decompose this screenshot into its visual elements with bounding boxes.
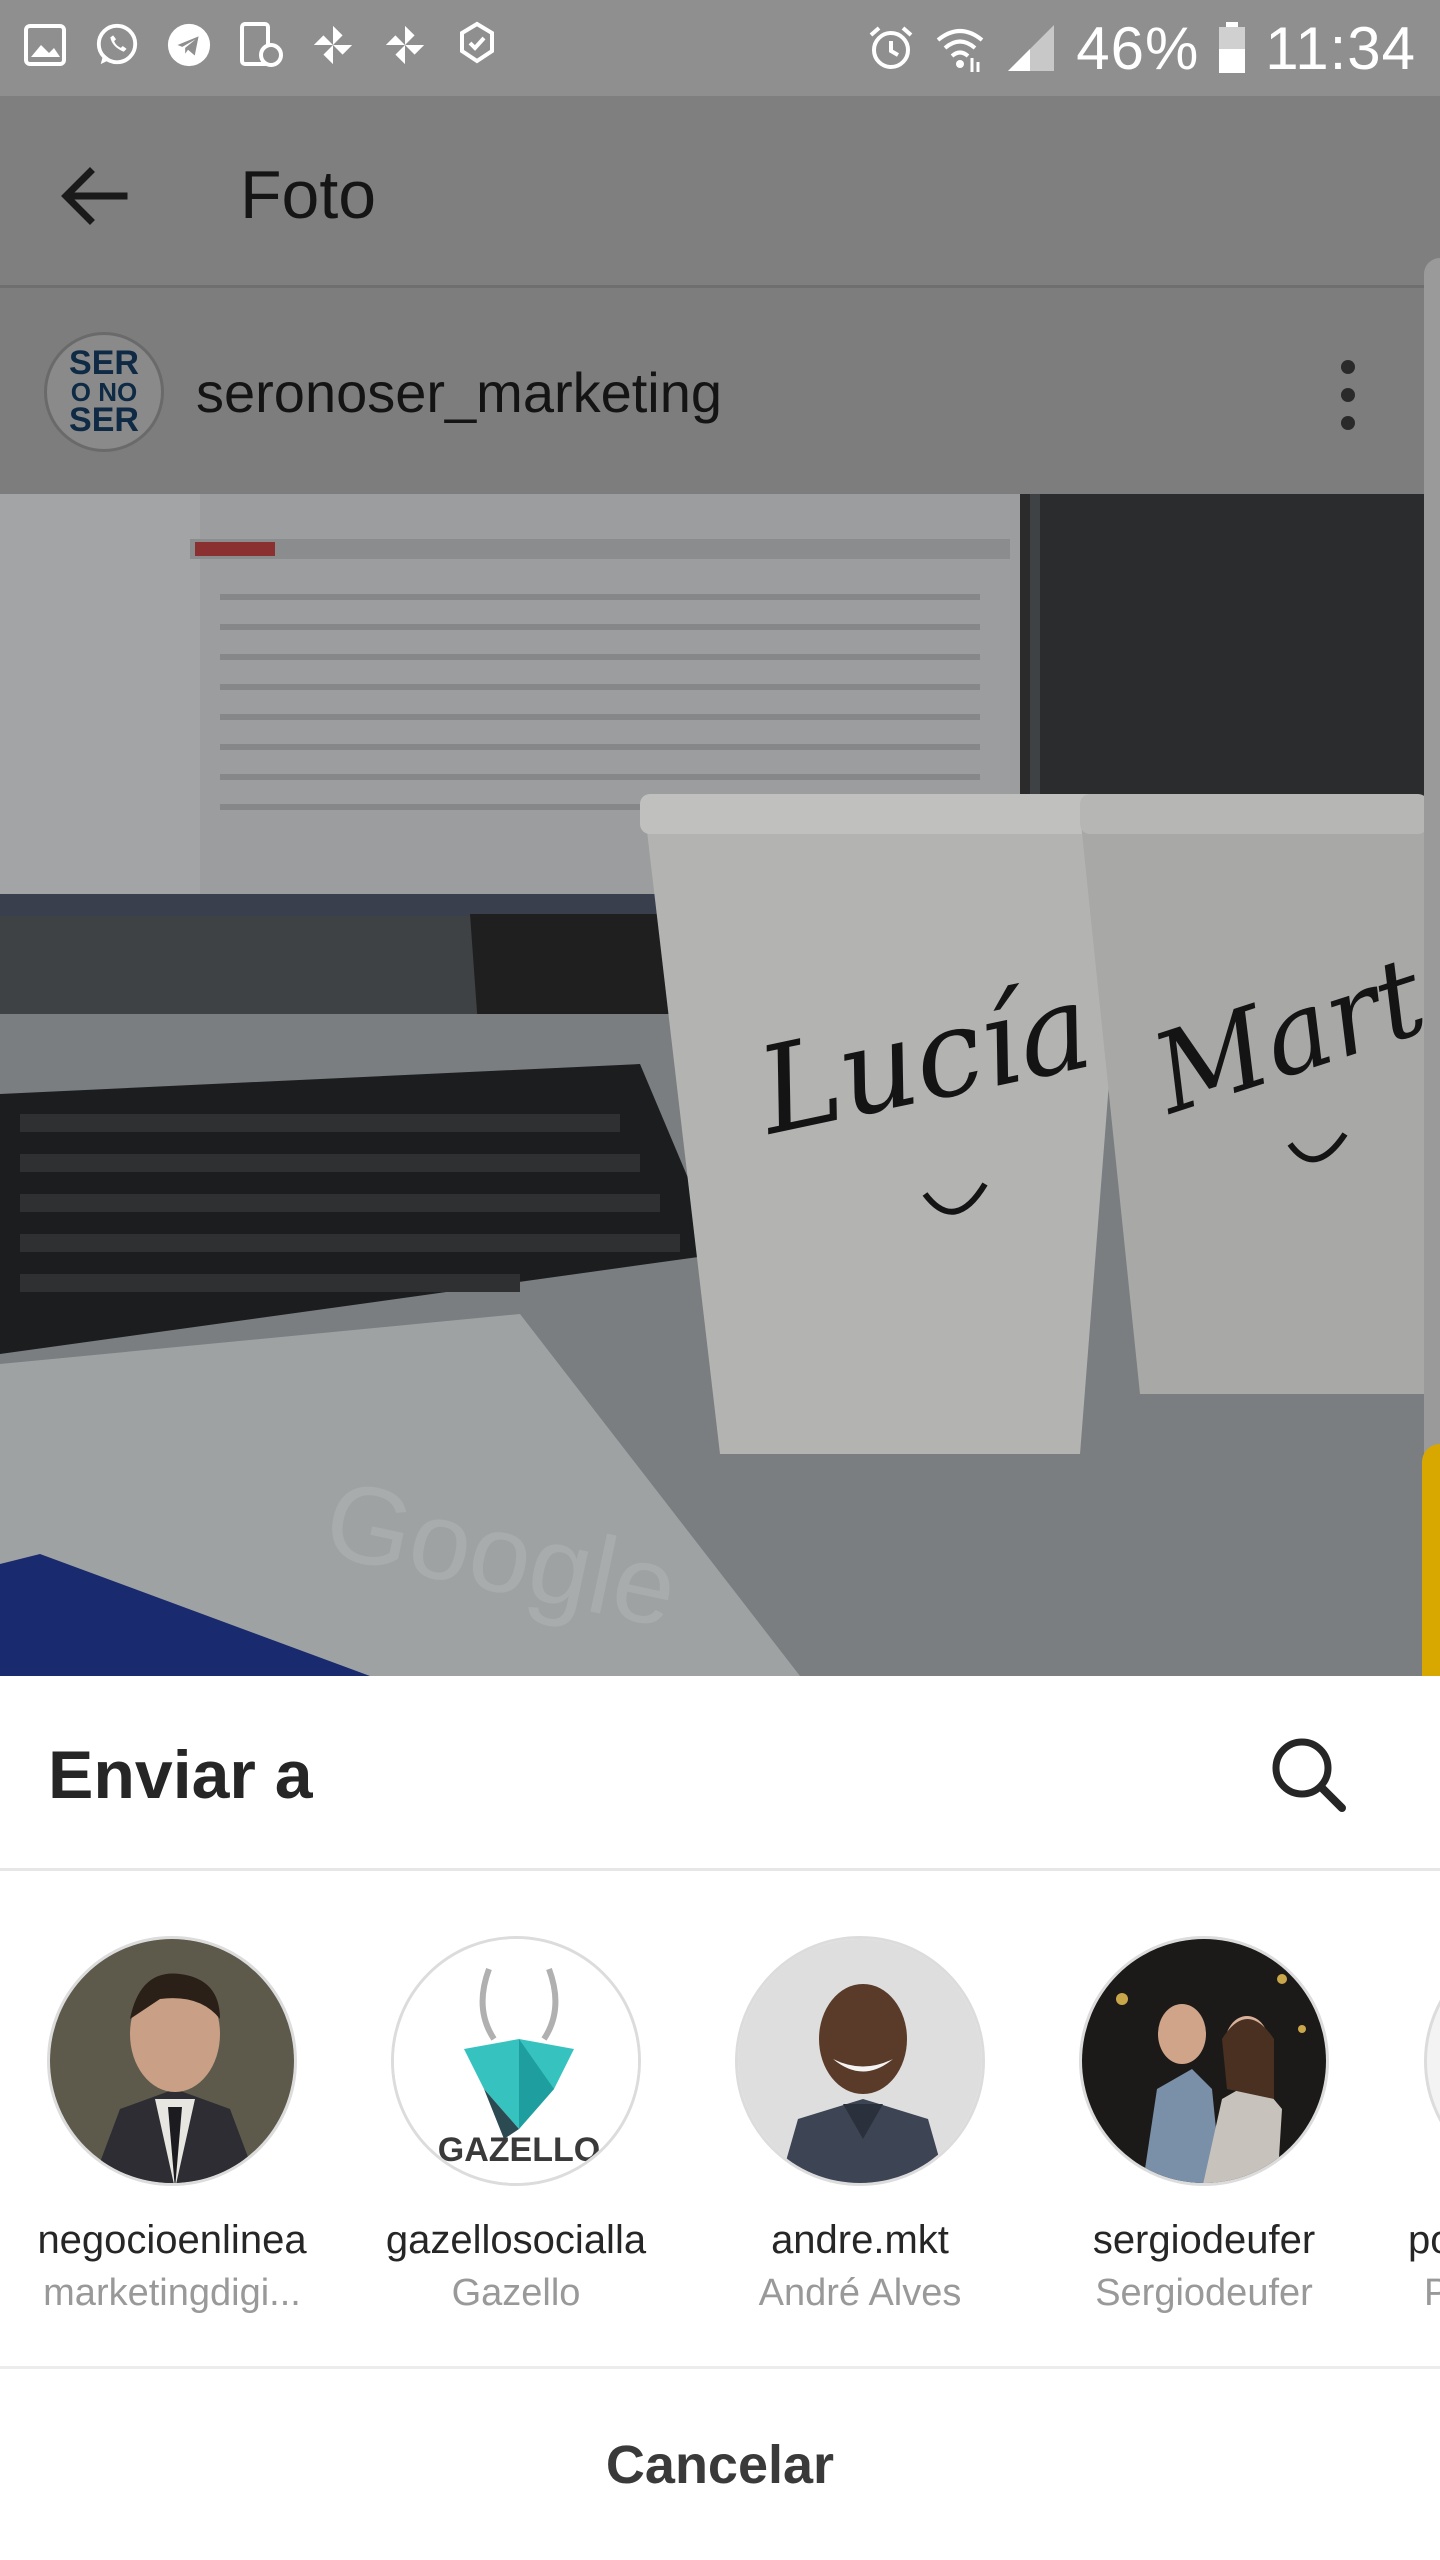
battery-icon [1219, 22, 1246, 73]
signal-icon [1008, 25, 1055, 71]
contact-item[interactable]: po P [1376, 1936, 1440, 2316]
contact-subtitle: Sergiodeufer [1095, 2272, 1313, 2314]
contact-subtitle: André Alves [758, 2272, 962, 2314]
avatar-text-line: SER [69, 401, 139, 440]
contact-username: sergiodeufer [1092, 2218, 1316, 2262]
page-title: Foto [240, 157, 377, 233]
contact-item[interactable]: sergiodeufer Sergiodeufer [1032, 1936, 1376, 2316]
kebab-dot [1341, 360, 1355, 374]
contact-list: negocioenlinea marketingdigi... GAZELLO … [0, 1936, 1440, 2316]
contact-username: negocioenlinea [37, 2218, 307, 2262]
avatar-text-line: SER [69, 344, 139, 383]
share-sheet-title: Enviar a [48, 1737, 313, 1813]
contact-subtitle: Gazello [451, 2272, 581, 2314]
more-options-button[interactable] [1336, 360, 1360, 430]
cancel-button[interactable]: Cancelar [0, 2370, 1440, 2560]
back-button[interactable] [56, 156, 136, 236]
contact-avatar [1424, 1936, 1440, 2186]
app-header: Foto [0, 96, 1440, 288]
pinwheel-icon [310, 20, 356, 70]
back-arrow-icon [61, 167, 128, 225]
contact-item[interactable]: andre.mkt André Alves [688, 1936, 1032, 2316]
battery-percent: 46% [1076, 14, 1200, 82]
whatsapp-icon [94, 20, 140, 70]
contact-subtitle: marketingdigi... [43, 2272, 301, 2314]
gazello-logo-text: GAZELLO [438, 2131, 600, 2169]
photo-illustration: Google Lucía Marta [0, 494, 1428, 1676]
search-button[interactable] [1266, 1732, 1350, 1816]
post-username[interactable]: seronoser_marketing [196, 360, 722, 425]
contact-avatar [47, 1936, 297, 2186]
device-icon [238, 20, 284, 70]
badge-icon [454, 20, 500, 70]
divider [0, 1868, 1440, 1871]
contact-avatar [735, 1936, 985, 2186]
alarm-icon [869, 26, 913, 69]
share-sheet: Enviar a negocioenlinea marketingdigi... [0, 1676, 1440, 2560]
contact-username: andre.mkt [771, 2218, 949, 2262]
gallery-icon [22, 20, 68, 70]
contact-avatar [1079, 1936, 1329, 2186]
contact-item[interactable]: GAZELLO gazellosocialla Gazello [344, 1936, 688, 2316]
post-header: SER O NO SER seronoser_marketing [0, 288, 1440, 494]
search-icon [1272, 1738, 1346, 1812]
kebab-dot [1341, 388, 1355, 402]
system-status: 46% 11:34 [866, 12, 1416, 84]
contact-item[interactable]: negocioenlinea marketingdigi... [0, 1936, 344, 2316]
kebab-dot [1341, 416, 1355, 430]
contact-username: po [1408, 2218, 1440, 2262]
status-bar: 46% 11:34 [0, 0, 1440, 96]
pinwheel-icon [382, 20, 428, 70]
contact-subtitle: P [1424, 2272, 1440, 2314]
post-avatar[interactable]: SER O NO SER [44, 332, 164, 452]
wifi-icon [936, 29, 984, 72]
post-photo[interactable]: Google Lucía Marta [0, 494, 1428, 1676]
notification-icons [22, 20, 500, 70]
divider [0, 2366, 1440, 2369]
telegram-icon [166, 20, 212, 70]
clock: 11:34 [1265, 14, 1416, 82]
contact-username: gazellosocialla [385, 2218, 647, 2262]
contact-avatar: GAZELLO [391, 1936, 641, 2186]
